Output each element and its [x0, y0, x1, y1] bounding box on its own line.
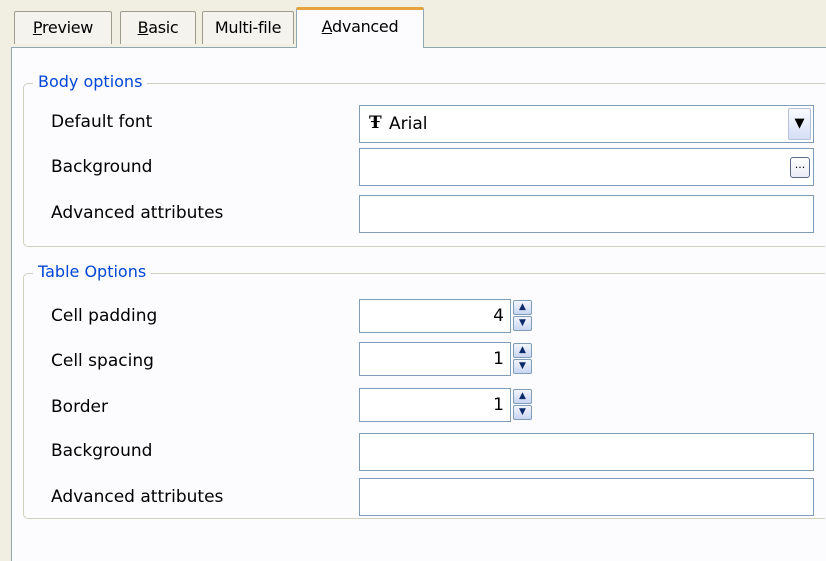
- tab-basic[interactable]: Basic: [120, 11, 196, 44]
- body-advanced-attributes-input[interactable]: [359, 195, 814, 233]
- cell-padding-spinner: ▲ ▼: [513, 300, 532, 332]
- table-advanced-attributes-label: Advanced attributes: [51, 487, 224, 507]
- body-options-legend: Body options: [33, 72, 148, 91]
- spin-down-icon[interactable]: ▼: [513, 359, 532, 374]
- spin-down-icon[interactable]: ▼: [513, 316, 532, 331]
- default-font-value: Arial: [389, 114, 428, 134]
- cell-spacing-value: 1: [493, 349, 504, 369]
- truetype-font-icon: Ŧ: [369, 113, 382, 133]
- cell-padding-input[interactable]: 4: [359, 299, 511, 333]
- default-font-label: Default font: [51, 112, 153, 132]
- spin-up-icon[interactable]: ▲: [513, 389, 532, 404]
- body-background-label: Background: [51, 157, 153, 177]
- table-background-label: Background: [51, 441, 153, 461]
- cell-spacing-input[interactable]: 1: [359, 342, 511, 376]
- border-spinner: ▲ ▼: [513, 389, 532, 421]
- body-background-field[interactable]: ...: [359, 148, 814, 186]
- cell-spacing-spinner: ▲ ▼: [513, 343, 532, 375]
- tab-advanced[interactable]: Advanced: [296, 7, 424, 48]
- table-advanced-attributes-input[interactable]: [359, 478, 814, 516]
- border-input[interactable]: 1: [359, 388, 511, 422]
- cell-spacing-label: Cell spacing: [51, 351, 154, 371]
- body-background-browse-button[interactable]: ...: [790, 157, 810, 178]
- cell-padding-value: 4: [493, 306, 504, 326]
- border-value: 1: [493, 395, 504, 415]
- spin-up-icon[interactable]: ▲: [513, 300, 532, 315]
- spin-down-icon[interactable]: ▼: [513, 405, 532, 420]
- body-advanced-attributes-label: Advanced attributes: [51, 203, 224, 223]
- tab-preview[interactable]: Preview: [14, 11, 112, 44]
- border-label: Border: [51, 397, 108, 417]
- table-background-input[interactable]: [359, 433, 814, 471]
- cell-padding-label: Cell padding: [51, 306, 158, 326]
- default-font-combo[interactable]: Ŧ Arial ▼: [359, 105, 814, 143]
- tab-multi-file[interactable]: Multi-file: [202, 11, 294, 44]
- table-options-legend: Table Options: [33, 262, 152, 281]
- spin-up-icon[interactable]: ▲: [513, 343, 532, 358]
- chevron-down-icon[interactable]: ▼: [788, 108, 811, 140]
- tab-strip: Preview Basic Multi-file Advanced: [0, 0, 826, 48]
